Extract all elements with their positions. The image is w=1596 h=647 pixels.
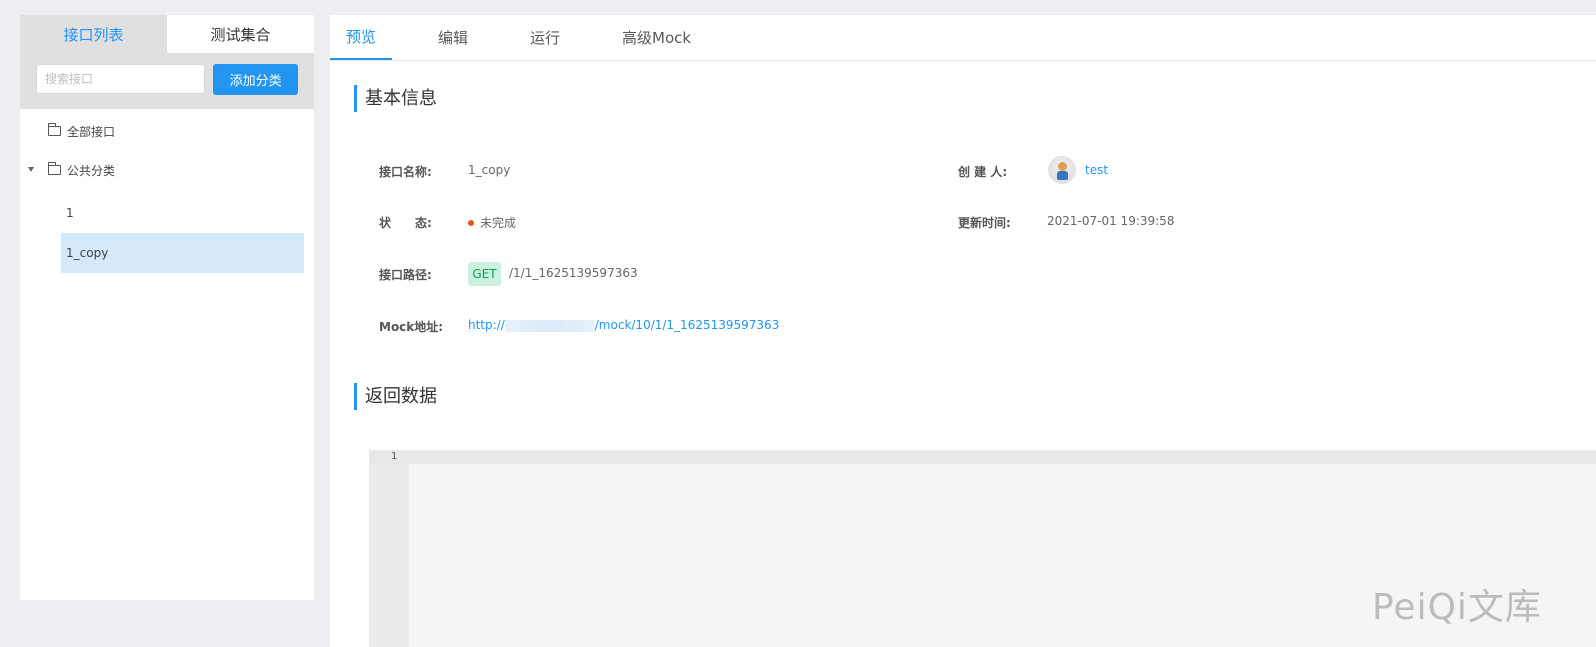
watermark: PeiQi文库 (1372, 587, 1542, 628)
creator-link[interactable]: test (1085, 163, 1108, 177)
sidebar: 接口列表 测试集合 添加分类 全部接口 公共分类 1 1_copy (20, 15, 314, 600)
creator-label: 创 建 人: (958, 165, 1008, 179)
mock-url-suffix: /mock/10/1/1_1625139597363 (594, 318, 780, 332)
mock-url-prefix: http:// (468, 318, 505, 332)
tree-item-label: 1 (66, 206, 74, 220)
status-dot-icon (468, 219, 474, 226)
tab-test-collection[interactable]: 测试集合 (167, 15, 314, 53)
tab-preview[interactable]: 预览 (330, 14, 393, 60)
tab-run[interactable]: 运行 (514, 14, 576, 60)
updated-label: 更新时间: (958, 216, 1011, 230)
main-tabs: 预览 编辑 运行 高级Mock (330, 15, 1596, 61)
tab-advanced-mock[interactable]: 高级Mock (606, 14, 707, 60)
name-label: 接口名称: (379, 165, 432, 179)
tree-item-label: 1_copy (66, 246, 109, 260)
add-category-button[interactable]: 添加分类 (213, 63, 298, 95)
tree-item-category[interactable]: 公共分类 (20, 154, 314, 186)
basic-info-title: 基本信息 (354, 85, 437, 112)
mock-url-link[interactable]: http:// /mock/10/1/1_1625139597363 (468, 318, 779, 332)
status-value: 未完成 (468, 214, 516, 231)
name-value: 1_copy (468, 163, 511, 177)
tree-item-all[interactable]: 全部接口 (20, 115, 314, 147)
folder-icon (48, 162, 61, 175)
folder-icon (48, 123, 61, 136)
return-data-title: 返回数据 (354, 383, 437, 410)
status-label: 状 态: (379, 216, 432, 230)
sidebar-toolbar: 添加分类 (20, 53, 314, 109)
tree-item-interface[interactable]: 1 (61, 193, 304, 233)
redacted-host (504, 319, 595, 332)
sidebar-tabs: 接口列表 测试集合 (20, 15, 314, 53)
tree-item-label: 全部接口 (67, 124, 116, 139)
tree-item-label: 公共分类 (67, 163, 116, 178)
method-badge: GET (468, 262, 501, 286)
main-panel: 预览 编辑 运行 高级Mock 基本信息 接口名称: 1_copy 创 建 人:… (330, 15, 1596, 647)
updated-value: 2021-07-01 19:39:58 (1047, 214, 1175, 228)
editor-gutter (369, 450, 409, 647)
tree-item-interface-selected[interactable]: 1_copy (61, 233, 304, 273)
mock-label: Mock地址: (379, 320, 444, 334)
interface-tree: 全部接口 公共分类 1 1_copy (20, 109, 314, 273)
avatar[interactable] (1048, 156, 1076, 184)
status-text: 未完成 (480, 216, 517, 230)
caret-down-icon[interactable] (28, 167, 34, 172)
tab-edit[interactable]: 编辑 (422, 14, 484, 60)
path-label: 接口路径: (379, 268, 432, 282)
line-number: 1 (390, 451, 397, 462)
path-value: /1/1_1625139597363 (509, 266, 638, 280)
search-input[interactable] (36, 64, 206, 94)
editor-active-line (369, 450, 1596, 464)
tab-interface-list[interactable]: 接口列表 (20, 15, 167, 53)
